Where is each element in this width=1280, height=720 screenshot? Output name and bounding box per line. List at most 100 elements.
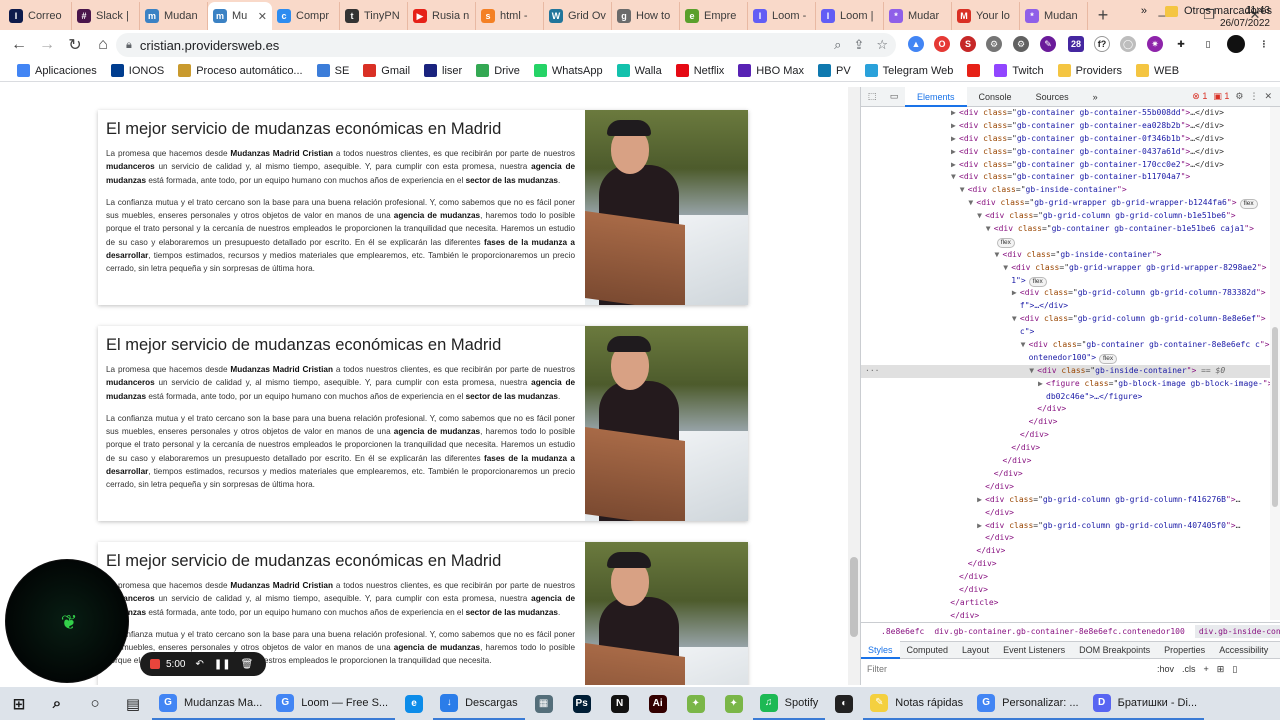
bookmark-item[interactable]: [960, 64, 987, 77]
pause-icon[interactable]: ❚❚: [214, 659, 231, 670]
styles-tab[interactable]: Event Listeners: [996, 641, 1072, 659]
expand-arrow-icon[interactable]: ▶: [977, 494, 985, 507]
node-dots-icon[interactable]: ···: [865, 365, 879, 378]
expand-arrow-icon[interactable]: ▶: [951, 159, 959, 172]
address-bar[interactable]: 🔒︎ cristian.providersweb.es ⌕ ⇪ ☆: [116, 33, 896, 57]
dom-node[interactable]: ▼ <div class="gb-inside-container">: [861, 184, 1271, 197]
stop-recording-icon[interactable]: [150, 659, 160, 669]
taskbar-item[interactable]: e: [395, 687, 433, 720]
browser-tab[interactable]: s html -: [476, 2, 544, 30]
taskbar-item[interactable]: ◐: [825, 687, 863, 720]
taskbar-item[interactable]: ○: [76, 687, 114, 720]
browser-tab[interactable]: * Mudan: [1020, 2, 1088, 30]
warning-count-icon[interactable]: ▣ 1: [1213, 91, 1229, 102]
dom-node[interactable]: </div>: [861, 545, 1271, 558]
devtools-settings-icon[interactable]: ⚙: [1235, 91, 1243, 102]
taskbar-item[interactable]: ↓ Descargas: [433, 687, 525, 720]
browser-tab[interactable]: g How to: [612, 2, 680, 30]
add-rule-icon[interactable]: +: [1204, 664, 1209, 674]
expand-arrow-icon[interactable]: ▶: [951, 120, 959, 133]
expand-arrow-icon[interactable]: ▼: [951, 171, 959, 184]
menu-dots-icon[interactable]: ⋮: [1256, 36, 1272, 52]
bookmark-star-icon[interactable]: ☆: [876, 37, 888, 53]
dom-node[interactable]: ▼ <div class="gb-grid-wrapper gb-grid-wra…: [861, 262, 1271, 275]
error-count-icon[interactable]: ⊗ 1: [1192, 91, 1207, 102]
bookmark-item[interactable]: Aplicaciones: [10, 64, 104, 77]
dom-node[interactable]: flex: [861, 236, 1271, 249]
devtools-tab[interactable]: Sources: [1024, 87, 1081, 107]
expand-arrow-icon[interactable]: ▼: [995, 249, 1003, 262]
dom-node[interactable]: ▶ <div class="gb-grid-column gb-grid-colu…: [861, 494, 1271, 507]
browser-tab[interactable]: l Loom -: [748, 2, 816, 30]
browser-tab[interactable]: M Your lo: [952, 2, 1020, 30]
dom-node[interactable]: ▼ <div class="gb-grid-column gb-grid-colu…: [861, 210, 1271, 223]
bookmark-item[interactable]: Walla: [610, 64, 669, 77]
bookmark-item[interactable]: Gmail: [356, 64, 417, 77]
taskbar-item[interactable]: ✦: [715, 687, 753, 720]
browser-tab[interactable]: l Loom |: [816, 2, 884, 30]
dom-node[interactable]: </div>: [861, 403, 1271, 416]
taskbar-item[interactable]: G Mudanzas Ma...: [152, 687, 270, 720]
devtools-tab[interactable]: »: [1081, 87, 1110, 107]
dom-node[interactable]: ▼ <div class="gb-grid-column gb-grid-colu…: [861, 313, 1271, 326]
dom-tree-scrollbar[interactable]: [1270, 107, 1280, 620]
expand-arrow-icon[interactable]: ▶: [977, 520, 985, 533]
extension-lastpass-icon[interactable]: S: [960, 36, 976, 52]
styles-tab[interactable]: Computed: [900, 641, 956, 659]
browser-tab[interactable]: m Mudan: [140, 2, 208, 30]
bookmark-item[interactable]: WEB: [1129, 64, 1186, 77]
expand-arrow-icon[interactable]: ▶: [951, 133, 959, 146]
browser-tab[interactable]: # Slack |: [72, 2, 140, 30]
bookmark-item[interactable]: Proceso automático...: [171, 64, 309, 77]
dom-node[interactable]: ▼ <div class="gb-container gb-container-8…: [861, 339, 1271, 352]
browser-tab[interactable]: e Empre: [680, 2, 748, 30]
bookmark-item[interactable]: PV: [811, 64, 858, 77]
restart-icon[interactable]: ↶: [195, 659, 203, 670]
dom-node[interactable]: ▶ <div class="gb-container gb-container-1…: [861, 159, 1271, 172]
dom-tree[interactable]: ▶ <div class="gb-container gb-container-5…: [861, 107, 1271, 620]
breadcrumb-item[interactable]: div.gb-container.gb-container-8e8e6efc.c…: [934, 627, 1184, 636]
dom-node[interactable]: 1"> flex: [861, 275, 1271, 288]
home-icon[interactable]: ⌂: [90, 32, 116, 58]
expand-arrow-icon[interactable]: ▶: [1038, 378, 1046, 391]
extension-fx-icon[interactable]: f?: [1094, 36, 1110, 52]
styles-filter-input[interactable]: Filter: [867, 664, 1157, 674]
dom-node[interactable]: ··· ▼ <div class="gb-inside-container"> ==…: [861, 364, 1271, 378]
extension-gear-icon[interactable]: ⚙: [986, 36, 1002, 52]
styles-tab[interactable]: DOM Breakpoints: [1072, 641, 1157, 659]
dom-node[interactable]: </div>: [861, 455, 1271, 468]
zoom-search-icon[interactable]: ⌕: [834, 37, 841, 53]
inspect-icon[interactable]: ⬚: [861, 91, 883, 102]
expand-arrow-icon[interactable]: ▼: [1003, 262, 1011, 275]
dom-node[interactable]: f">…</div>: [861, 300, 1271, 313]
devtools-tab[interactable]: Console: [967, 87, 1024, 107]
dom-node[interactable]: </div>: [861, 558, 1271, 571]
styles-tab[interactable]: Properties: [1157, 641, 1212, 659]
devtools-tab[interactable]: Elements: [905, 86, 967, 107]
taskbar-item[interactable]: Ai: [639, 687, 677, 720]
page-scroll-thumb[interactable]: [850, 557, 858, 637]
dom-node[interactable]: </div>: [861, 416, 1271, 429]
flex-badge[interactable]: flex: [996, 237, 1015, 248]
bookmark-item[interactable]: HBO Max: [731, 64, 811, 77]
dom-node[interactable]: </article>: [861, 597, 1271, 610]
bookmark-item[interactable]: IONOS: [104, 64, 171, 77]
taskbar-item[interactable]: ⌕: [38, 687, 76, 720]
dom-node[interactable]: db02c46e">…</figure>: [861, 391, 1271, 404]
dom-node[interactable]: </div>: [861, 507, 1271, 520]
taskbar-item[interactable]: ⊞: [0, 687, 38, 720]
dom-node[interactable]: </div>: [861, 571, 1271, 584]
browser-tab[interactable]: m Mu ✕: [208, 2, 272, 30]
extension-settings-icon[interactable]: ⚙: [1013, 36, 1029, 52]
dom-node[interactable]: ▶ <div class="gb-container gb-container-5…: [861, 107, 1271, 120]
expand-arrow-icon[interactable]: ▼: [960, 184, 968, 197]
device-toggle-icon[interactable]: ▭: [883, 91, 905, 102]
flex-badge[interactable]: flex: [1099, 353, 1118, 364]
dom-node[interactable]: ▼ <div class="gb-grid-wrapper gb-grid-wra…: [861, 197, 1271, 210]
hov-button[interactable]: :hov: [1157, 664, 1174, 674]
dom-node[interactable]: </div>: [861, 532, 1271, 545]
browser-tab[interactable]: t TinyPN: [340, 2, 408, 30]
bookmark-item[interactable]: Telegram Web: [858, 64, 961, 77]
taskbar-item[interactable]: Ps: [563, 687, 601, 720]
browser-tab[interactable]: ▶ Rusia n: [408, 2, 476, 30]
